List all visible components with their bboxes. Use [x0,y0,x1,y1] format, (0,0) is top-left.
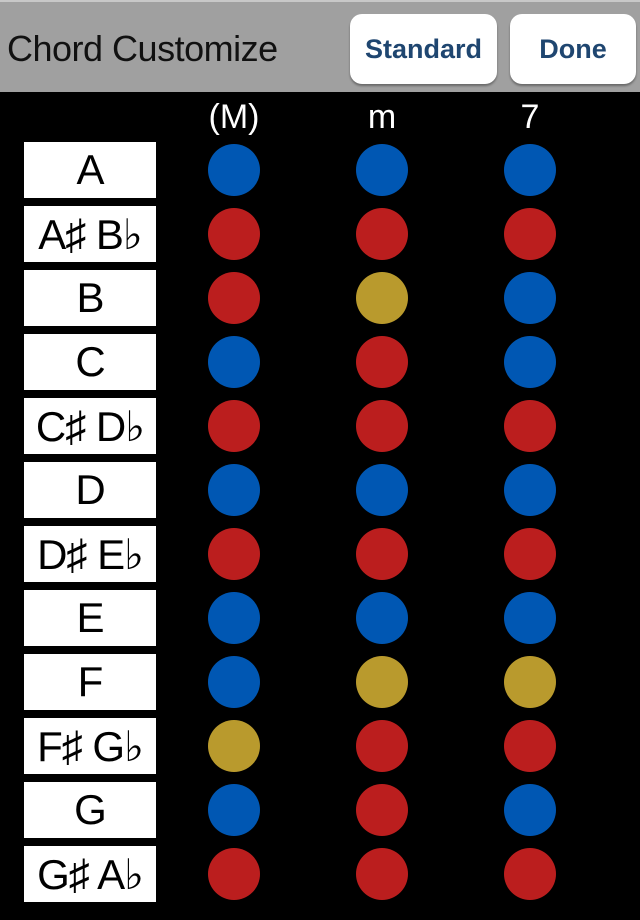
chord-root-label: E [24,590,156,646]
chord-toggle-minor-red[interactable] [356,848,408,900]
chord-toggle-seventh-blue[interactable] [504,272,556,324]
chord-toggle-major-yellow[interactable] [208,720,260,772]
chord-toggle-seventh-red[interactable] [504,400,556,452]
chord-toggle-seventh-red[interactable] [504,848,556,900]
chord-root-label: B [24,270,156,326]
chord-toggle-seventh-red[interactable] [504,528,556,580]
chord-root-label: F♯ G♭ [24,718,156,774]
chord-toggle-major-blue[interactable] [208,144,260,196]
chord-toggle-major-red[interactable] [208,208,260,260]
column-header-seventh: 7 [520,98,540,136]
chord-toggle-minor-red[interactable] [356,336,408,388]
chord-toggle-minor-blue[interactable] [356,144,408,196]
chord-toggle-seventh-blue[interactable] [504,464,556,516]
chord-root-label: D [24,462,156,518]
chord-toggle-major-blue[interactable] [208,592,260,644]
column-header-minor: m [367,98,397,136]
chord-toggle-minor-red[interactable] [356,400,408,452]
chord-toggle-minor-yellow[interactable] [356,272,408,324]
chord-root-label: A [24,142,156,198]
chord-toggle-major-blue[interactable] [208,464,260,516]
chord-toggle-seventh-red[interactable] [504,208,556,260]
chord-toggle-minor-blue[interactable] [356,592,408,644]
chord-root-label: G [24,782,156,838]
page-title: Chord Customize [7,28,278,69]
chord-toggle-seventh-blue[interactable] [504,144,556,196]
chord-toggle-seventh-blue[interactable] [504,784,556,836]
chord-toggle-seventh-red[interactable] [504,720,556,772]
chord-toggle-minor-red[interactable] [356,784,408,836]
chord-toggle-major-blue[interactable] [208,656,260,708]
chord-toggle-seventh-yellow[interactable] [504,656,556,708]
standard-button[interactable]: Standard [350,14,497,84]
chord-root-label: F [24,654,156,710]
chord-toggle-minor-red[interactable] [356,208,408,260]
chord-root-label: G♯ A♭ [24,846,156,902]
chord-toggle-minor-yellow[interactable] [356,656,408,708]
chord-toggle-minor-red[interactable] [356,528,408,580]
chord-root-label: A♯ B♭ [24,206,156,262]
chord-toggle-major-blue[interactable] [208,336,260,388]
chord-toggle-seventh-blue[interactable] [504,336,556,388]
chord-toggle-major-red[interactable] [208,272,260,324]
chord-toggle-major-blue[interactable] [208,784,260,836]
chord-root-label: C♯ D♭ [24,398,156,454]
done-button[interactable]: Done [510,14,636,84]
chord-root-label: D♯ E♭ [24,526,156,582]
chord-toggle-major-red[interactable] [208,400,260,452]
chord-toggle-major-red[interactable] [208,848,260,900]
chord-toggle-major-red[interactable] [208,528,260,580]
nav-bar: Chord Customize Standard Done [0,0,640,92]
chord-toggle-minor-red[interactable] [356,720,408,772]
column-header-major: (M) [208,98,260,136]
chord-toggle-seventh-blue[interactable] [504,592,556,644]
chord-root-label: C [24,334,156,390]
chord-toggle-minor-blue[interactable] [356,464,408,516]
